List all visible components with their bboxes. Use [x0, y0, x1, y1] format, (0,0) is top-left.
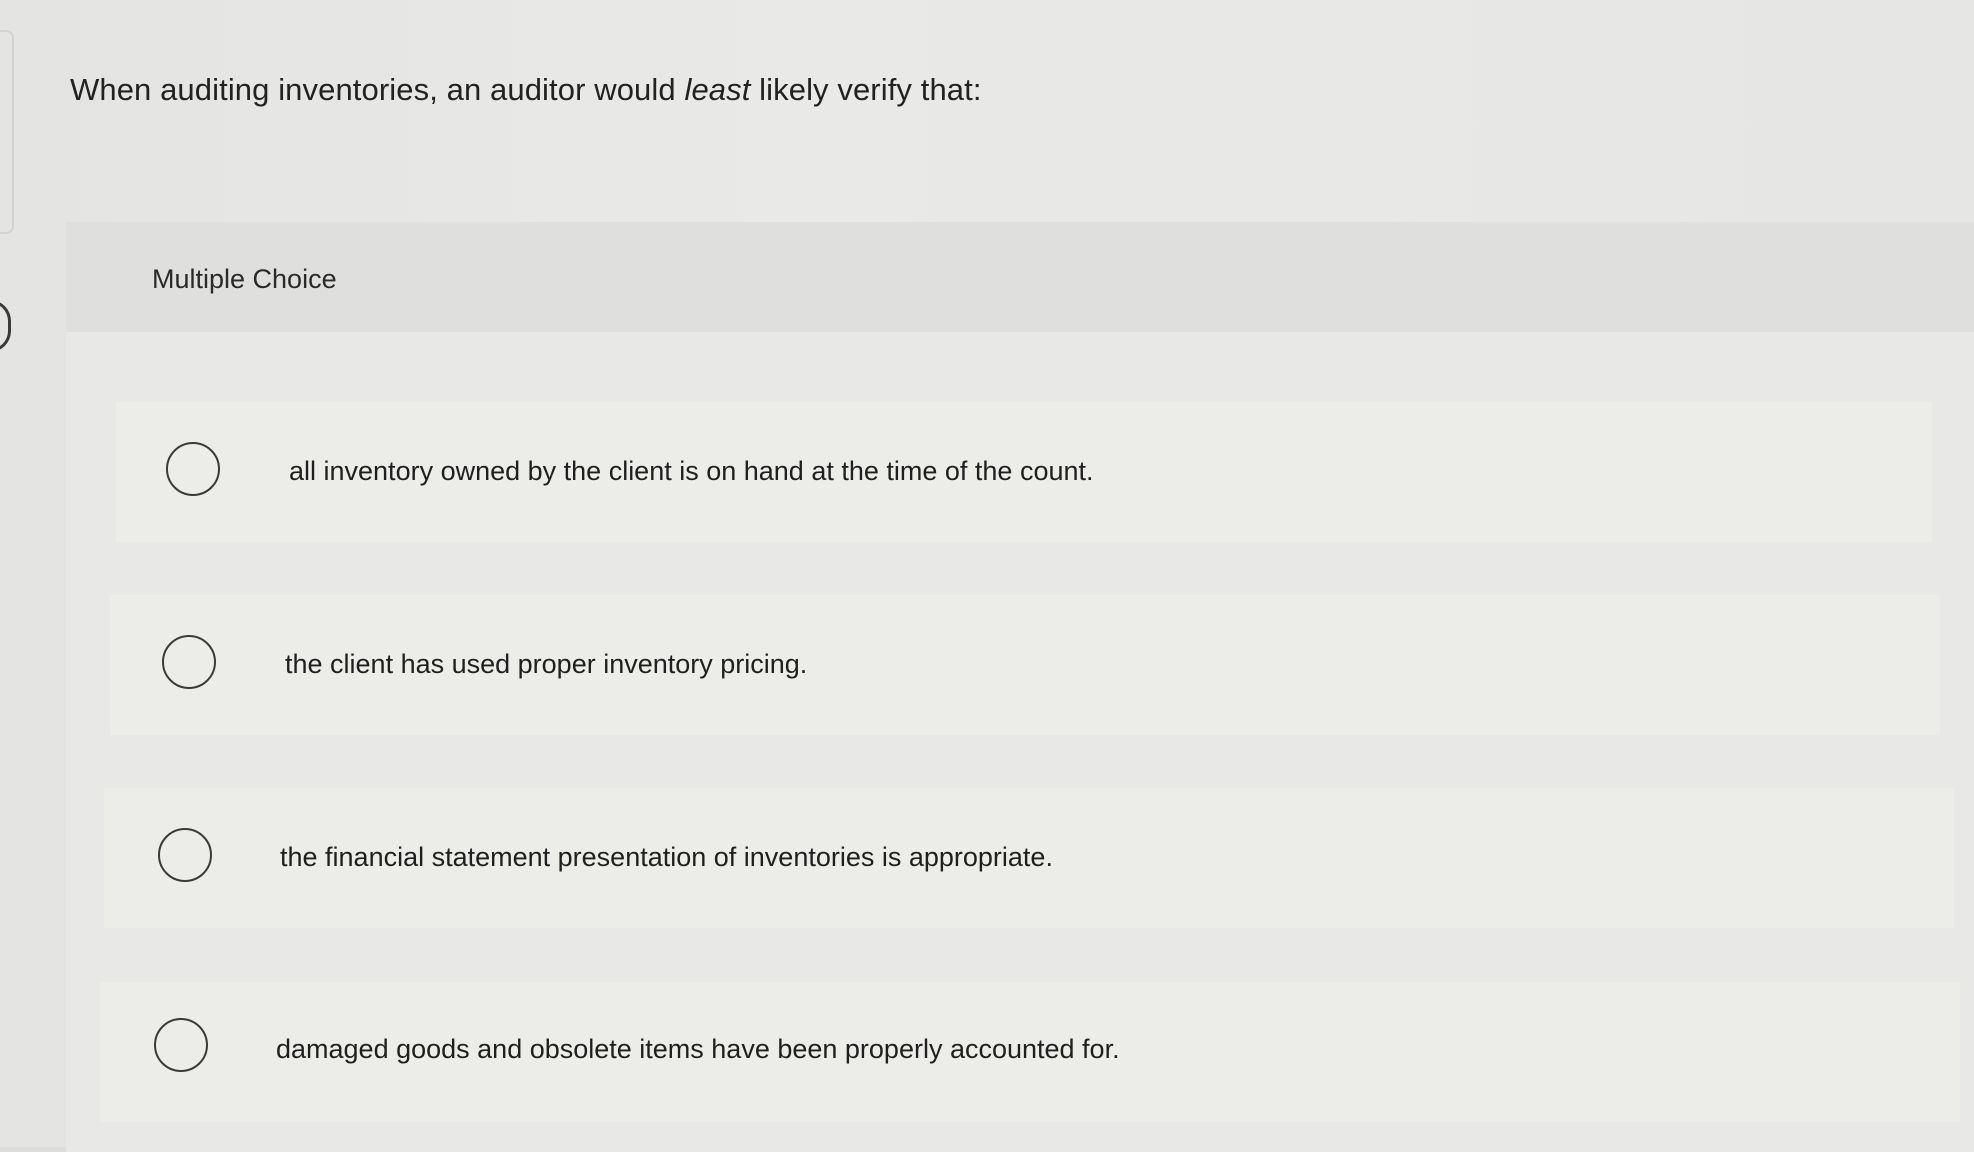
answer-option-2[interactable]: the client has used proper inventory pri… — [110, 595, 1940, 735]
answer-option-label: all inventory owned by the client is on … — [289, 456, 1094, 486]
multiple-choice-header — [66, 222, 1974, 332]
answer-option-3[interactable]: the financial statement presentation of … — [104, 788, 1954, 928]
answer-option-4[interactable]: damaged goods and obsolete items have be… — [100, 982, 1960, 1122]
quiz-page: When auditing inventories, an auditor wo… — [0, 0, 1974, 1152]
radio-button-icon[interactable] — [162, 635, 216, 689]
answer-option-label: damaged goods and obsolete items have be… — [276, 1034, 1120, 1064]
multiple-choice-label: Multiple Choice — [152, 264, 337, 294]
left-panel-edge — [0, 30, 14, 234]
radio-button-icon[interactable] — [154, 1018, 208, 1072]
radio-button-icon[interactable] — [158, 828, 212, 882]
question-prompt: When auditing inventories, an auditor wo… — [70, 72, 982, 108]
answer-option-label: the financial statement presentation of … — [280, 842, 1053, 872]
answer-option-1[interactable]: all inventory owned by the client is on … — [116, 402, 1932, 542]
question-text-after: likely verify that: — [750, 72, 982, 107]
answer-option-label: the client has used proper inventory pri… — [285, 649, 808, 679]
question-text-before: When auditing inventories, an auditor wo… — [70, 72, 685, 107]
radio-button-icon[interactable] — [166, 442, 220, 496]
left-panel-toggle[interactable] — [0, 300, 11, 352]
question-emphasis: least — [684, 72, 751, 107]
